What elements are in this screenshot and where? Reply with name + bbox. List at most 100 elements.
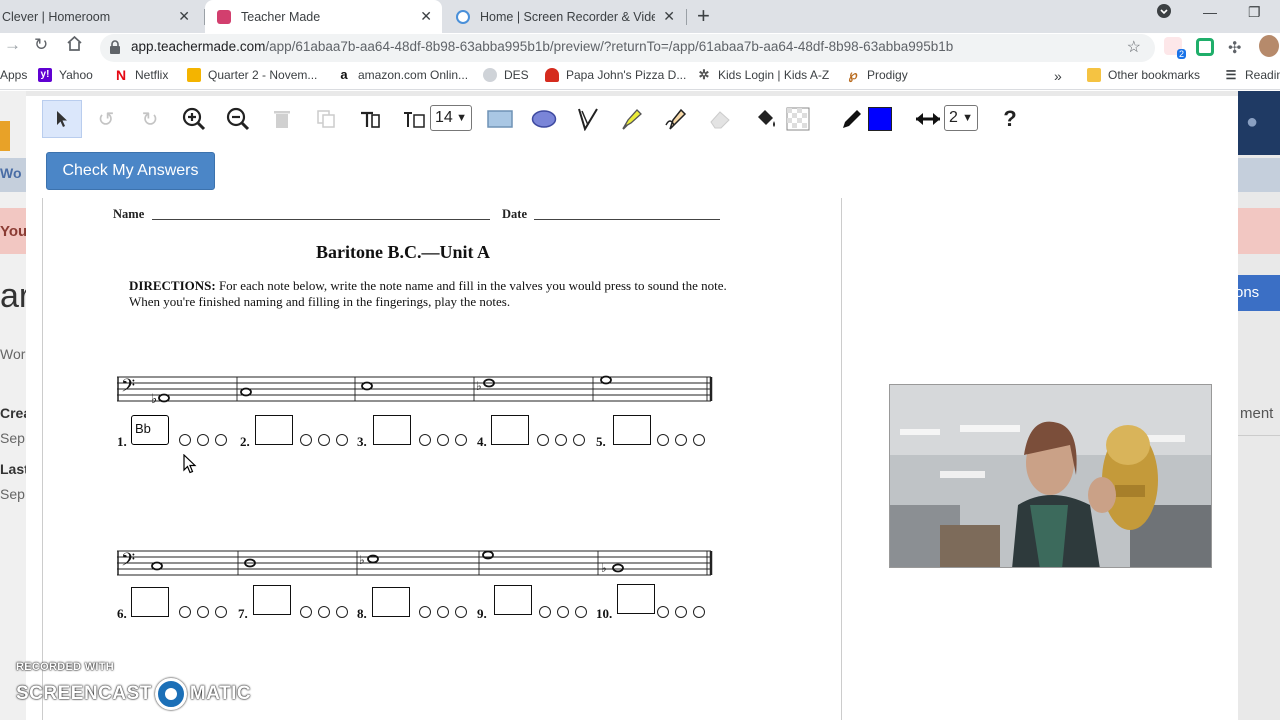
valve-circle[interactable] [336, 434, 348, 446]
close-icon[interactable]: ✕ [420, 9, 432, 23]
webcam-video-overlay[interactable] [889, 384, 1212, 568]
help-icon[interactable]: ? [990, 100, 1030, 138]
tab-search-icon[interactable] [1156, 3, 1172, 22]
close-icon[interactable]: ✕ [178, 9, 190, 23]
select-pointer-icon[interactable] [42, 100, 82, 138]
valve-circle[interactable] [675, 606, 687, 618]
new-tab-plus-icon[interactable]: + [697, 3, 710, 29]
fill-color-swatch[interactable] [778, 100, 818, 138]
tab-teacher-made[interactable]: Teacher Made ✕ [205, 0, 442, 33]
valve-circle[interactable] [693, 606, 705, 618]
valve-circle[interactable] [419, 434, 431, 446]
tab-clever[interactable]: Clever | Homeroom ✕ [0, 0, 200, 33]
answer-box-10[interactable] [617, 584, 655, 614]
bookmark-netflix[interactable]: N Netflix [114, 68, 168, 82]
valve-circle[interactable] [318, 606, 330, 618]
valve-circle[interactable] [215, 606, 227, 618]
bookmark-amazon[interactable]: a amazon.com Onlin... [337, 68, 468, 82]
screencast-extension-icon[interactable] [1196, 38, 1214, 56]
bookmark-star-icon[interactable]: ☆ [1127, 37, 1141, 57]
valve-circle[interactable] [555, 434, 567, 446]
bookmark-other[interactable]: Other bookmarks [1087, 68, 1200, 82]
bookmark-apps[interactable]: Apps [0, 68, 27, 82]
home-icon[interactable] [66, 35, 83, 57]
close-icon[interactable]: ✕ [663, 9, 675, 23]
bookmark-reading-list[interactable]: ☰ Readin [1224, 68, 1280, 82]
rectangle-icon[interactable] [480, 100, 520, 138]
bass-clef-icon: 𝄢 [121, 550, 135, 575]
forward-icon[interactable]: → [4, 35, 21, 55]
minimize-icon[interactable]: — [1203, 4, 1217, 20]
trash-icon[interactable] [262, 100, 302, 138]
answer-box-8[interactable] [372, 587, 410, 617]
answer-box-4[interactable] [491, 415, 529, 445]
answer-box-1[interactable]: Bb [131, 415, 169, 445]
classroom-icon [187, 68, 201, 82]
line-width-select[interactable]: 2 ▼ [944, 105, 978, 131]
answer-box-9[interactable] [494, 585, 532, 615]
valve-circle[interactable] [455, 606, 467, 618]
freehand-pen-icon[interactable] [656, 100, 696, 138]
valve-circle[interactable] [318, 434, 330, 446]
bg-text: ment [1240, 405, 1274, 422]
ellipse-icon[interactable] [524, 100, 564, 138]
valve-circle[interactable] [197, 606, 209, 618]
valve-circle[interactable] [675, 434, 687, 446]
valve-circle[interactable] [575, 606, 587, 618]
valve-circle[interactable] [437, 606, 449, 618]
valve-circle[interactable] [539, 606, 551, 618]
date-line [534, 219, 720, 220]
valve-circle[interactable] [557, 606, 569, 618]
line-width-arrows-icon[interactable] [908, 100, 948, 138]
valve-circle[interactable] [537, 434, 549, 446]
answer-box-5[interactable] [613, 415, 651, 445]
valve-circle[interactable] [437, 434, 449, 446]
answer-box-2[interactable] [255, 415, 293, 445]
valve-circle[interactable] [179, 434, 191, 446]
valve-circle[interactable] [300, 606, 312, 618]
answer-box-6[interactable] [131, 587, 169, 617]
copy-icon[interactable] [306, 100, 346, 138]
valve-circle[interactable] [455, 434, 467, 446]
profile-avatar[interactable] [1259, 35, 1279, 57]
bookmark-des[interactable]: DES [483, 68, 529, 82]
highlighter-icon[interactable] [612, 100, 652, 138]
reload-icon[interactable]: ↻ [34, 35, 48, 55]
undo-icon[interactable]: ↺ [86, 100, 126, 138]
answer-box-7[interactable] [253, 585, 291, 615]
zoom-in-icon[interactable] [174, 100, 214, 138]
puzzle-extensions-icon[interactable]: ✣ [1228, 38, 1246, 57]
address-bar[interactable]: app.teachermade.com/app/61abaa7b-aa64-48… [100, 34, 1155, 62]
valve-circle[interactable] [215, 434, 227, 446]
bookmark-kids-az[interactable]: ✲ Kids Login | Kids A-Z [697, 68, 829, 82]
extension-icon[interactable]: 2 [1164, 37, 1186, 59]
check-answers-button[interactable]: Check My Answers [46, 152, 215, 190]
text-box-icon[interactable] [350, 100, 390, 138]
valve-circle[interactable] [419, 606, 431, 618]
font-size-select[interactable]: 14 ▼ [430, 105, 472, 131]
valve-circle[interactable] [573, 434, 585, 446]
line-pen-icon[interactable] [568, 100, 608, 138]
valve-circle[interactable] [657, 606, 669, 618]
worksheet-page: Name Date Baritone B.C.—Unit A DIRECTION… [42, 198, 842, 720]
valve-circle[interactable] [693, 434, 705, 446]
tab-screencast[interactable]: Home | Screen Recorder & Video ✕ [445, 0, 685, 33]
restore-icon[interactable]: ❐ [1248, 4, 1261, 21]
bookmark-prodigy[interactable]: ℘ Prodigy [846, 68, 908, 82]
bookmark-papa-johns[interactable]: Papa John's Pizza D... [545, 68, 686, 82]
text-size-icon[interactable] [394, 100, 434, 138]
answer-box-3[interactable] [373, 415, 411, 445]
zoom-out-icon[interactable] [218, 100, 258, 138]
valve-circle[interactable] [300, 434, 312, 446]
bookmark-quarter2[interactable]: Quarter 2 - Novem... [187, 68, 317, 82]
valve-circle[interactable] [336, 606, 348, 618]
valve-circle[interactable] [197, 434, 209, 446]
valve-circle[interactable] [179, 606, 191, 618]
redo-icon[interactable]: ↻ [130, 100, 170, 138]
stroke-color-swatch[interactable] [860, 100, 900, 138]
eraser-icon[interactable] [700, 100, 740, 138]
instructions-button[interactable]: ctions [1238, 275, 1280, 311]
more-bookmarks-chevron-icon[interactable]: » [1054, 68, 1062, 84]
valve-circle[interactable] [657, 434, 669, 446]
bookmark-yahoo[interactable]: y! Yahoo [38, 68, 93, 82]
